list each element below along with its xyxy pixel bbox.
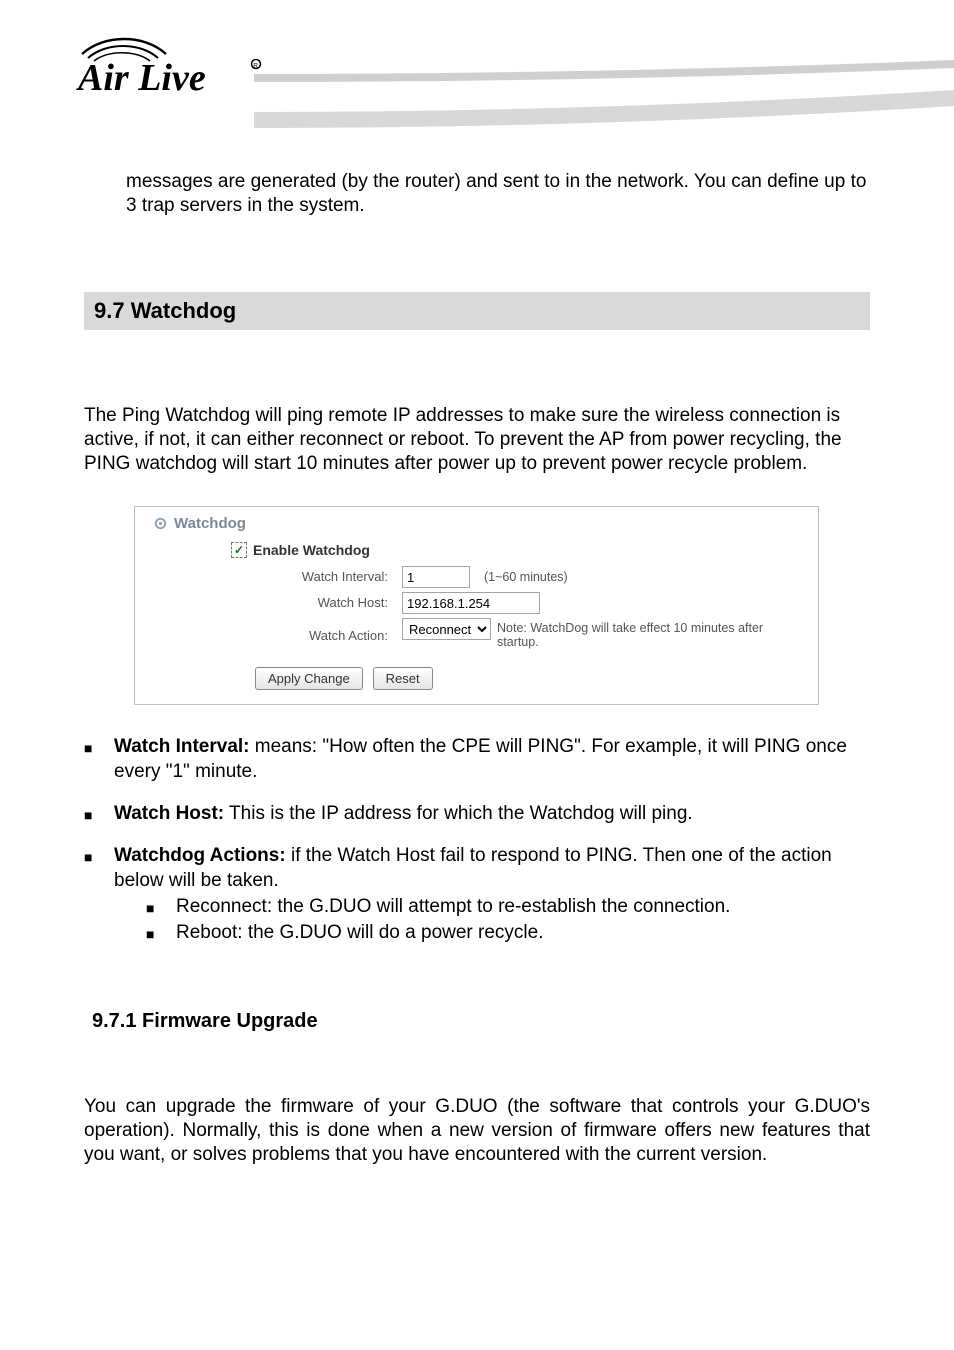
section-title: 9.7 Watchdog: [84, 292, 870, 330]
enable-watchdog-label: Enable Watchdog: [253, 542, 370, 558]
watch-interval-hint: (1~60 minutes): [484, 566, 568, 584]
apply-change-button[interactable]: Apply Change: [255, 667, 363, 690]
watch-action-select[interactable]: Reconnect: [402, 618, 491, 640]
header-swoosh: [254, 60, 954, 150]
square-bullet-icon: ■: [146, 921, 162, 945]
subsection-title: 9.7.1 Firmware Upgrade: [92, 1010, 870, 1033]
watch-interval-label: Watch Interval:: [213, 566, 388, 584]
watch-host-input[interactable]: [402, 592, 540, 614]
enable-watchdog-row: ✓ Enable Watchdog: [231, 542, 808, 558]
watchdog-panel: Watchdog ✓ Enable Watchdog Watch Interva…: [134, 506, 819, 705]
panel-button-row: Apply Change Reset: [255, 667, 808, 690]
page-header: Air Live R: [0, 0, 954, 150]
reset-button[interactable]: Reset: [373, 667, 433, 690]
airlive-logo: Air Live R: [74, 30, 279, 106]
bullet-watch-interval: ■ Watch Interval: means: "How often the …: [84, 735, 870, 784]
panel-title-row: Watchdog: [153, 515, 808, 532]
bullet-watchdog-actions-label: Watchdog Actions:: [114, 845, 286, 866]
sub-bullet-reconnect: ■ Reconnect: the G.DUO will attempt to r…: [114, 895, 870, 919]
watch-action-row: Watch Action: Reconnect Note: WatchDog w…: [213, 618, 808, 649]
watch-host-label: Watch Host:: [213, 592, 388, 610]
enable-watchdog-checkbox[interactable]: ✓: [231, 542, 247, 558]
watch-action-note: Note: WatchDog will take effect 10 minut…: [497, 618, 797, 649]
sub-bullet-reconnect-text: Reconnect: the G.DUO will attempt to re-…: [176, 895, 730, 919]
bullet-watch-interval-label: Watch Interval:: [114, 736, 250, 757]
firmware-paragraph: You can upgrade the firmware of your G.D…: [84, 1095, 870, 1168]
bullet-watch-host-label: Watch Host:: [114, 803, 224, 824]
watch-host-row: Watch Host:: [213, 592, 808, 614]
square-bullet-icon: ■: [84, 735, 100, 784]
square-bullet-icon: ■: [84, 844, 100, 945]
watch-interval-row: Watch Interval: (1~60 minutes): [213, 566, 808, 588]
page-content: messages are generated (by the router) a…: [0, 170, 954, 1168]
watch-interval-input[interactable]: [402, 566, 470, 588]
square-bullet-icon: ■: [84, 802, 100, 826]
bullet-watch-host-text: This is the IP address for which the Wat…: [224, 803, 693, 824]
intro-paragraph: messages are generated (by the router) a…: [126, 170, 870, 218]
bullet-watchdog-actions: ■ Watchdog Actions: if the Watch Host fa…: [84, 844, 870, 945]
sub-bullet-reboot: ■ Reboot: the G.DUO will do a power recy…: [114, 921, 870, 945]
gear-icon: [153, 516, 168, 531]
section-intro: The Ping Watchdog will ping remote IP ad…: [84, 404, 870, 477]
bullet-list: ■ Watch Interval: means: "How often the …: [84, 735, 870, 945]
svg-text:Air Live: Air Live: [76, 57, 206, 99]
square-bullet-icon: ■: [146, 895, 162, 919]
sub-bullet-reboot-text: Reboot: the G.DUO will do a power recycl…: [176, 921, 544, 945]
panel-title: Watchdog: [174, 515, 246, 532]
bullet-watch-host: ■ Watch Host: This is the IP address for…: [84, 802, 870, 826]
watch-action-label: Watch Action:: [213, 618, 388, 643]
